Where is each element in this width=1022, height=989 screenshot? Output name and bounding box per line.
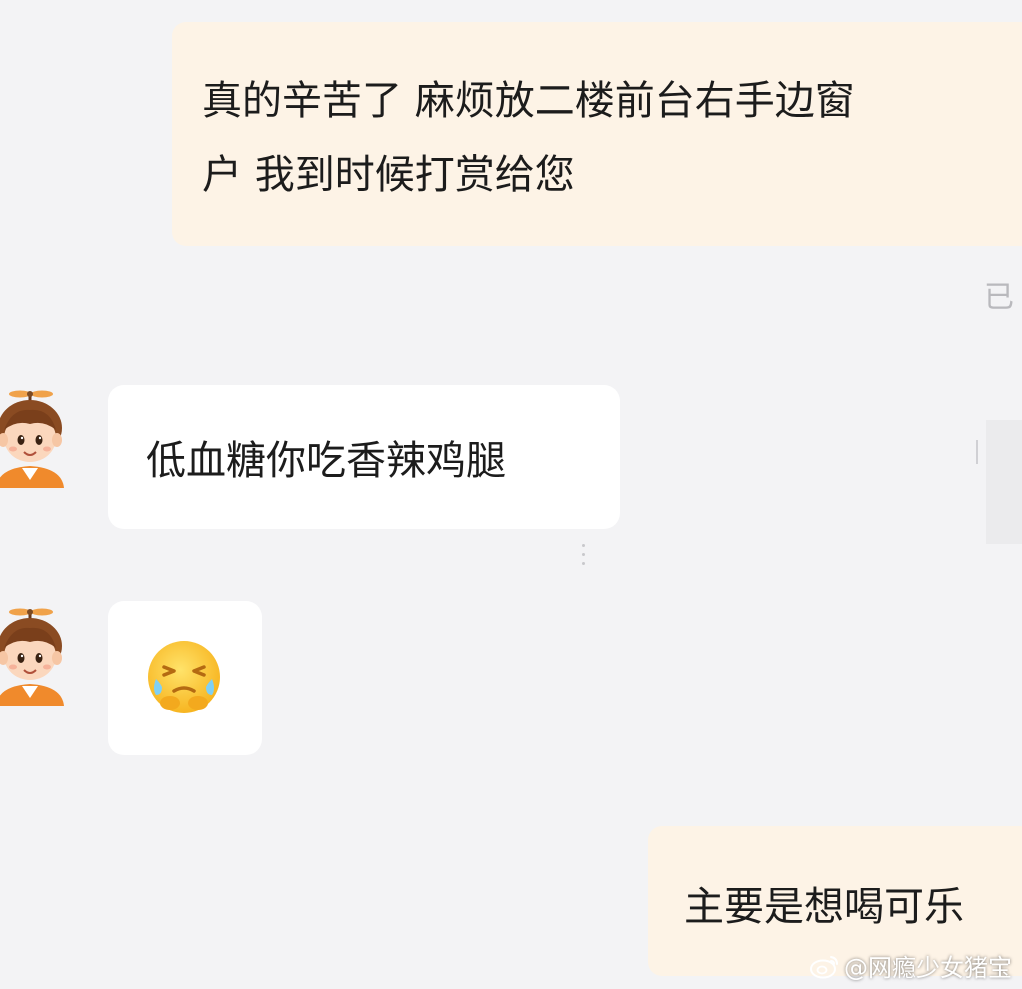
watermark: @网瘾少女猪宝 xyxy=(810,948,1012,983)
message-text-line-1: 真的辛苦了 麻烦放二楼前台右手边窗 xyxy=(202,78,855,124)
weibo-icon xyxy=(810,955,838,978)
side-edge-panel xyxy=(986,420,1022,544)
cartoon-boy-avatar-icon xyxy=(0,608,64,706)
chat-conversation: 真的辛苦了 麻烦放二楼前台右手边窗 户 我到时候打赏给您 已 低血糖你吃香辣鸡腿… xyxy=(0,0,1022,989)
incoming-message-bubble[interactable]: 低血糖你吃香辣鸡腿 xyxy=(108,385,620,529)
outgoing-message-bubble[interactable]: 真的辛苦了 麻烦放二楼前台右手边窗 户 我到时候打赏给您 xyxy=(172,22,1022,246)
incoming-emoji-bubble[interactable] xyxy=(108,601,262,755)
read-status-label: 已 xyxy=(984,280,1014,315)
side-edge-divider xyxy=(976,440,978,464)
message-text-line-2: 户 我到时候打赏给您 xyxy=(202,152,575,198)
contact-avatar[interactable] xyxy=(0,388,76,488)
message-text: 低血糖你吃香辣鸡腿 xyxy=(146,438,506,484)
cartoon-boy-avatar-icon xyxy=(0,390,64,488)
contact-avatar[interactable] xyxy=(0,606,76,706)
message-text: 主要是想喝可乐 xyxy=(684,884,964,930)
watermark-text: @网瘾少女猪宝 xyxy=(844,954,1012,982)
more-options-dots xyxy=(582,544,586,570)
crying-laughing-emoji-icon xyxy=(148,641,220,713)
